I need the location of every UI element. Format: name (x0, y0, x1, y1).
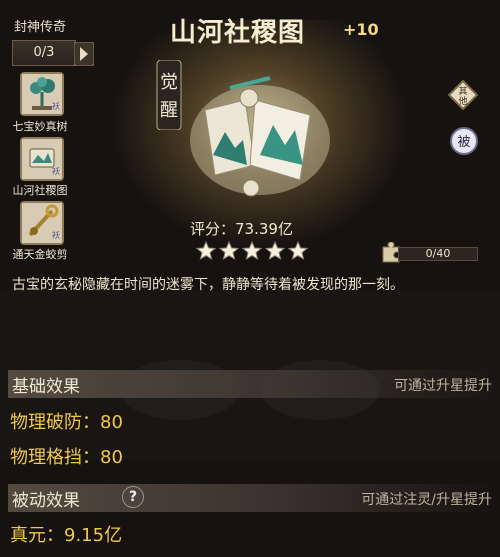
description: 古宝的玄秘隐藏在时间的迷雾下，静静等待着被发现的那一刻。 (12, 277, 404, 293)
expand-arrow-icon[interactable] (74, 42, 94, 66)
other-button[interactable]: 其 他 (448, 80, 478, 110)
star-icon (242, 241, 262, 261)
item-badge: 袄 (52, 167, 60, 176)
artifact-scroll-image (190, 76, 330, 197)
star-icon (265, 241, 285, 261)
collection-title: 封神传奇 (14, 20, 67, 35)
basic-effects-title: 基础效果 (12, 377, 80, 397)
item-shanhe-scroll[interactable]: 袄 (20, 137, 64, 181)
stat-zhenyuan: 真元：9.15亿 (10, 525, 123, 546)
item-tongtian-scissors[interactable]: 袄 (20, 201, 64, 245)
awaken-char-2: 醒 (160, 100, 178, 121)
passive-effects-title: 被动效果 (12, 491, 80, 511)
star-icon (288, 241, 308, 261)
awaken-tag: 觉 醒 (156, 60, 182, 130)
passive-effects-hint: 可通过注灵/升星提升 (361, 492, 492, 508)
star-rating (196, 241, 308, 261)
score-label: 评分： (190, 220, 236, 238)
awaken-char-1: 觉 (160, 72, 178, 93)
stat-physical-block: 物理格挡：80 (10, 447, 123, 468)
artifact-title: 山河社稷图 (170, 18, 306, 48)
svg-text:他: 他 (458, 95, 467, 107)
star-icon (196, 241, 216, 261)
score: 评分：73.39亿 (190, 218, 293, 239)
passive-button[interactable]: 被 (449, 126, 479, 156)
item-label: 山河社稷图 (12, 184, 68, 197)
passive-effects-header: 被动效果 ? 可通过注灵/升星提升 (8, 484, 498, 512)
collection-count: 0/3 (12, 40, 76, 66)
item-label: 七宝妙真树 (12, 120, 68, 133)
help-icon[interactable]: ? (122, 486, 144, 508)
item-badge: 袄 (52, 231, 60, 240)
item-label: 通天金蛟剪 (12, 248, 68, 261)
fragment-progress: 0/40 (398, 247, 478, 261)
basic-effects-header: 基础效果 可通过升星提升 (8, 370, 498, 398)
score-value: 73.39亿 (235, 220, 293, 238)
stat-physical-penetration: 物理破防：80 (10, 412, 123, 433)
item-badge: 袄 (52, 102, 60, 111)
star-icon (219, 241, 239, 261)
item-qibao-tree[interactable]: 袄 (20, 72, 64, 116)
svg-text:其: 其 (458, 86, 467, 97)
basic-effects-hint: 可通过升星提升 (394, 378, 492, 394)
artifact-level: +10 (343, 20, 379, 39)
svg-text:被: 被 (457, 135, 470, 150)
